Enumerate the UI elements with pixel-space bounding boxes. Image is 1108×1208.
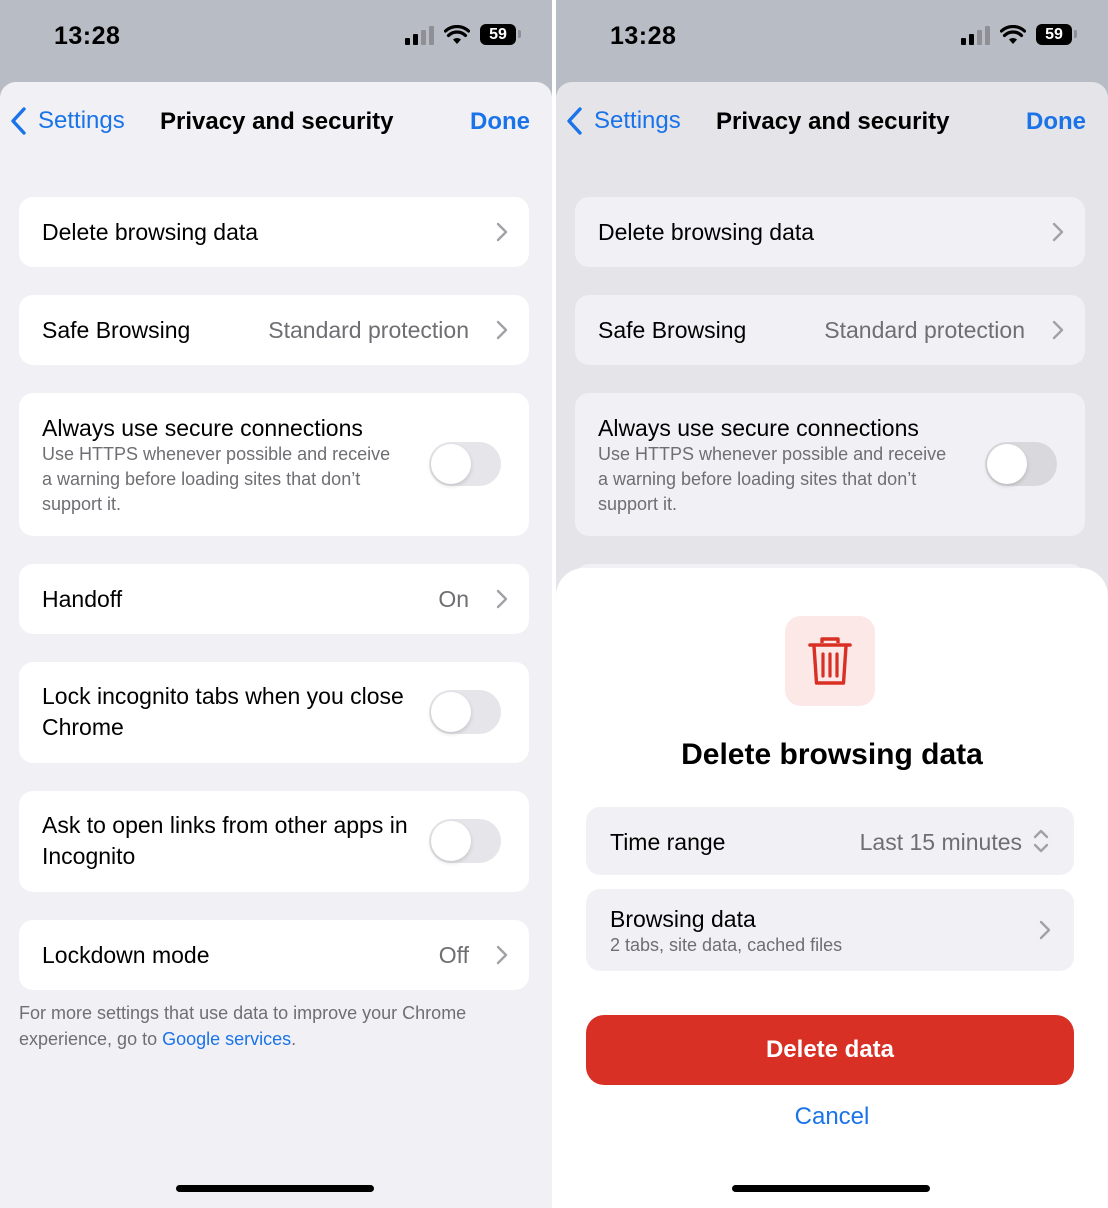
dialog-title: Delete browsing data [681, 738, 983, 771]
row-label: Delete browsing data [42, 219, 259, 245]
page-title: Privacy and security [160, 108, 394, 135]
back-button-label: Settings [38, 107, 125, 134]
delete-browsing-data-row[interactable]: Delete browsing data [575, 197, 1085, 267]
row-label: Lockdown mode [42, 942, 210, 968]
row-label: Browsing data [610, 906, 756, 932]
delete-browsing-data-row[interactable]: Delete browsing data [19, 197, 529, 267]
navigation-bar: Settings Privacy and security Done [556, 82, 1108, 162]
wifi-icon [444, 24, 470, 44]
cellular-signal-icon [405, 25, 434, 45]
row-label: Delete browsing data [598, 219, 815, 245]
page-title: Privacy and security [716, 108, 950, 135]
dialog-icon-container [785, 616, 875, 706]
row-label: Ask to open links from other apps in Inc… [42, 812, 408, 869]
back-button[interactable]: Settings [8, 106, 125, 136]
status-icons: 59 [961, 24, 1077, 45]
row-description: Use HTTPS whenever possible and receive … [42, 444, 391, 514]
chevron-up-down-icon [1033, 829, 1049, 853]
chevron-right-icon [496, 589, 508, 609]
battery-icon: 59 [480, 24, 521, 45]
browsing-data-summary: 2 tabs, site data, cached files [610, 935, 843, 955]
secure-connections-toggle[interactable] [985, 442, 1057, 486]
navigation-bar: Settings Privacy and security Done [0, 82, 552, 162]
status-time: 13:28 [54, 22, 121, 50]
lockdown-mode-row[interactable]: Lockdown mode Off [19, 920, 529, 990]
row-label: Always use secure connections [42, 415, 363, 441]
status-icons: 59 [405, 24, 521, 45]
lock-incognito-toggle[interactable] [429, 690, 501, 734]
chevron-right-icon [1052, 222, 1064, 242]
ask-open-links-toggle[interactable] [429, 819, 501, 863]
status-bar: 13:28 59 [0, 0, 552, 80]
chevron-right-icon [496, 945, 508, 965]
cellular-signal-icon [961, 25, 990, 45]
chevron-right-icon [496, 320, 508, 340]
back-button[interactable]: Settings [564, 106, 681, 136]
secure-connections-toggle[interactable] [429, 442, 501, 486]
row-value: Standard protection [824, 317, 1025, 343]
row-value: Off [438, 942, 469, 968]
row-label: Safe Browsing [598, 317, 747, 343]
trash-icon [808, 637, 852, 685]
back-button-label: Settings [594, 107, 681, 134]
row-description: Use HTTPS whenever possible and receive … [598, 444, 947, 514]
done-button[interactable]: Done [1026, 108, 1086, 136]
browsing-data-row[interactable]: Browsing data 2 tabs, site data, cached … [586, 889, 1074, 971]
chevron-left-icon [567, 107, 582, 135]
secure-connections-row: Always use secure connections Use HTTPS … [19, 393, 529, 536]
lock-incognito-row: Lock incognito tabs when you close Chrom… [19, 662, 529, 763]
row-label: Lock incognito tabs when you close Chrom… [42, 683, 404, 740]
safe-browsing-row[interactable]: Safe Browsing Standard protection [575, 295, 1085, 365]
footer-suffix: . [291, 1029, 297, 1049]
time-range-value: Last 15 minutes [859, 829, 1022, 855]
safe-browsing-row[interactable]: Safe Browsing Standard protection [19, 295, 529, 365]
wifi-icon [1000, 24, 1026, 44]
chevron-left-icon [11, 107, 26, 135]
handoff-row[interactable]: Handoff On [19, 564, 529, 634]
delete-data-button[interactable]: Delete data [586, 1015, 1074, 1085]
ask-open-links-row: Ask to open links from other apps in Inc… [19, 791, 529, 892]
row-label: Safe Browsing [42, 317, 191, 343]
footer-note: For more settings that use data to impro… [19, 1000, 519, 1052]
chevron-right-icon [1052, 320, 1064, 340]
google-services-link[interactable]: Google services [162, 1029, 291, 1049]
chevron-right-icon [1039, 920, 1051, 940]
chevron-right-icon [496, 222, 508, 242]
row-value: Standard protection [268, 317, 469, 343]
status-time: 13:28 [610, 22, 677, 50]
battery-icon: 59 [1036, 24, 1077, 45]
row-label: Handoff [42, 586, 123, 612]
settings-sheet: Settings Privacy and security Done Delet… [0, 82, 552, 1208]
phone-screen-settings: 13:28 59 Settings Privacy and security D… [0, 0, 552, 1208]
time-range-selector[interactable]: Time range Last 15 minutes [586, 807, 1074, 875]
home-indicator [732, 1185, 930, 1192]
delete-browsing-data-dialog: Delete browsing data Time range Last 15 … [556, 568, 1108, 1208]
cancel-button[interactable]: Cancel [556, 1103, 1108, 1131]
row-label: Time range [610, 829, 726, 855]
status-bar: 13:28 59 [556, 0, 1108, 80]
row-label: Always use secure connections [598, 415, 919, 441]
secure-connections-row: Always use secure connections Use HTTPS … [575, 393, 1085, 536]
row-value: On [438, 586, 469, 612]
phone-screen-delete-dialog: 13:28 59 Settings Privacy and security D… [556, 0, 1108, 1208]
done-button[interactable]: Done [470, 108, 530, 136]
home-indicator [176, 1185, 374, 1192]
